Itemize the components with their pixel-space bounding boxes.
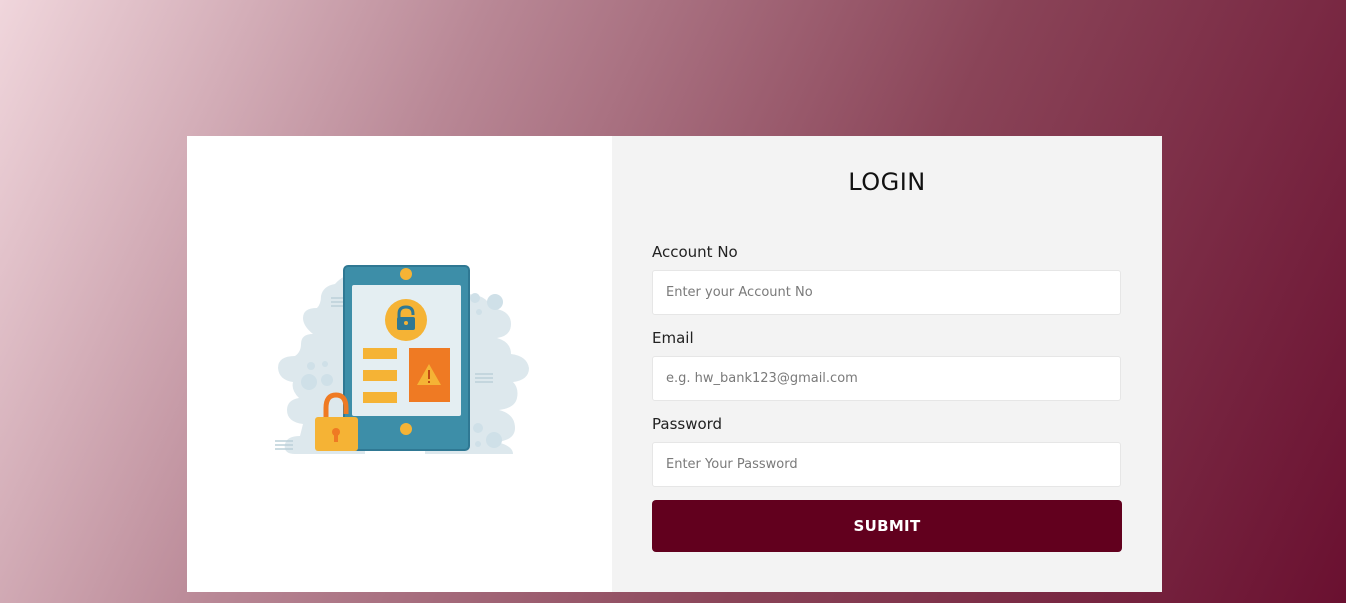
submit-button[interactable]: SUBMIT <box>652 500 1122 552</box>
password-label: Password <box>652 415 723 433</box>
page-title: LOGIN <box>848 168 926 196</box>
email-label: Email <box>652 329 694 347</box>
phone-security-illustration-icon <box>275 265 529 454</box>
password-input[interactable] <box>652 442 1121 487</box>
account-no-label: Account No <box>652 243 738 261</box>
illustration-panel <box>187 136 612 592</box>
login-form-panel: LOGIN Account No Email Password SUBMIT <box>612 136 1162 592</box>
login-card: LOGIN Account No Email Password SUBMIT <box>187 136 1162 592</box>
email-input[interactable] <box>652 356 1121 401</box>
account-no-input[interactable] <box>652 270 1121 315</box>
